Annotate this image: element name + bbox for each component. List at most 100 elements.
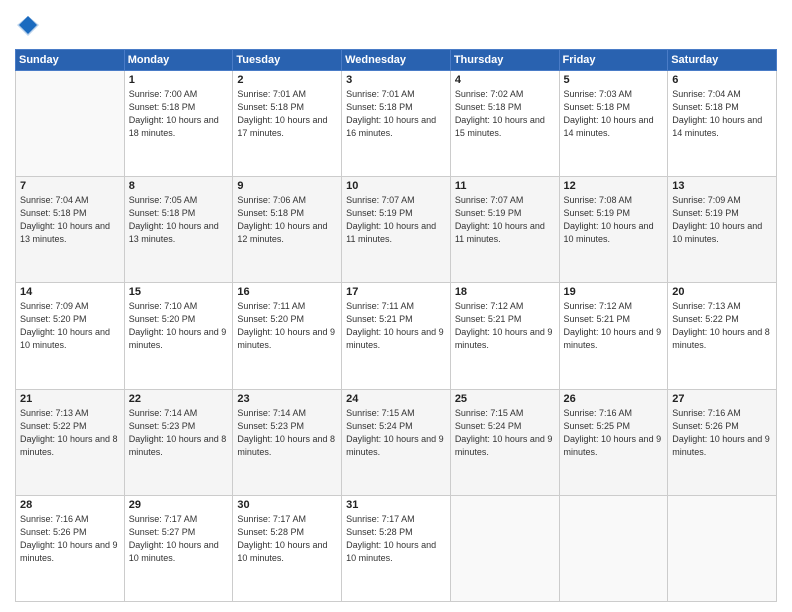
calendar-week-row: 28 Sunrise: 7:16 AMSunset: 5:26 PMDayligh… (16, 495, 777, 601)
calendar-cell (16, 70, 125, 176)
day-number: 20 (672, 286, 772, 298)
day-number: 29 (129, 499, 229, 511)
day-number: 1 (129, 74, 229, 86)
day-number: 17 (346, 286, 446, 298)
day-number: 30 (237, 499, 337, 511)
day-info: Sunrise: 7:16 AMSunset: 5:26 PMDaylight:… (672, 407, 772, 459)
day-info: Sunrise: 7:15 AMSunset: 5:24 PMDaylight:… (346, 407, 446, 459)
calendar-week-row: 14 Sunrise: 7:09 AMSunset: 5:20 PMDayligh… (16, 283, 777, 389)
calendar-cell: 11Sunrise: 7:07 AMSunset: 5:19 PMDayligh… (450, 177, 559, 283)
calendar-cell: 30 Sunrise: 7:17 AMSunset: 5:28 PMDayligh… (233, 495, 342, 601)
calendar-cell (559, 495, 668, 601)
weekday-header-row: SundayMondayTuesdayWednesdayThursdayFrid… (16, 49, 777, 70)
day-info: Sunrise: 7:15 AMSunset: 5:24 PMDaylight:… (455, 407, 555, 459)
calendar-cell: 31 Sunrise: 7:17 AMSunset: 5:28 PMDayligh… (342, 495, 451, 601)
day-number: 13 (672, 180, 772, 192)
day-info: Sunrise: 7:08 AMSunset: 5:19 PMDaylight:… (564, 194, 664, 246)
day-info: Sunrise: 7:06 AMSunset: 5:18 PMDaylight:… (237, 194, 337, 246)
calendar-cell: 5 Sunrise: 7:03 AMSunset: 5:18 PMDaylight… (559, 70, 668, 176)
day-info: Sunrise: 7:02 AMSunset: 5:18 PMDaylight:… (455, 88, 555, 140)
day-info: Sunrise: 7:16 AMSunset: 5:25 PMDaylight:… (564, 407, 664, 459)
calendar-cell: 2 Sunrise: 7:01 AMSunset: 5:18 PMDaylight… (233, 70, 342, 176)
day-info: Sunrise: 7:09 AMSunset: 5:20 PMDaylight:… (20, 300, 120, 352)
calendar-cell: 6Sunrise: 7:04 AMSunset: 5:18 PMDaylight… (668, 70, 777, 176)
weekday-friday: Friday (559, 49, 668, 70)
calendar-cell: 17 Sunrise: 7:11 AMSunset: 5:21 PMDayligh… (342, 283, 451, 389)
day-number: 3 (346, 74, 446, 86)
header (15, 10, 777, 41)
calendar-cell: 1 Sunrise: 7:00 AMSunset: 5:18 PMDaylight… (124, 70, 233, 176)
calendar-cell: 25Sunrise: 7:15 AMSunset: 5:24 PMDayligh… (450, 389, 559, 495)
day-info: Sunrise: 7:00 AMSunset: 5:18 PMDaylight:… (129, 88, 229, 140)
calendar-cell: 19 Sunrise: 7:12 AMSunset: 5:21 PMDayligh… (559, 283, 668, 389)
calendar-cell: 16 Sunrise: 7:11 AMSunset: 5:20 PMDayligh… (233, 283, 342, 389)
day-info: Sunrise: 7:13 AMSunset: 5:22 PMDaylight:… (20, 407, 120, 459)
day-info: Sunrise: 7:12 AMSunset: 5:21 PMDaylight:… (455, 300, 555, 352)
day-number: 6 (672, 74, 772, 86)
calendar-cell (450, 495, 559, 601)
day-number: 12 (564, 180, 664, 192)
weekday-wednesday: Wednesday (342, 49, 451, 70)
calendar-cell: 29 Sunrise: 7:17 AMSunset: 5:27 PMDayligh… (124, 495, 233, 601)
day-info: Sunrise: 7:03 AMSunset: 5:18 PMDaylight:… (564, 88, 664, 140)
day-info: Sunrise: 7:14 AMSunset: 5:23 PMDaylight:… (237, 407, 337, 459)
calendar-cell (668, 495, 777, 601)
day-info: Sunrise: 7:17 AMSunset: 5:27 PMDaylight:… (129, 513, 229, 565)
day-number: 2 (237, 74, 337, 86)
day-number: 26 (564, 393, 664, 405)
day-number: 22 (129, 393, 229, 405)
day-info: Sunrise: 7:05 AMSunset: 5:18 PMDaylight:… (129, 194, 229, 246)
calendar-week-row: 21 Sunrise: 7:13 AMSunset: 5:22 PMDayligh… (16, 389, 777, 495)
calendar-cell: 24Sunrise: 7:15 AMSunset: 5:24 PMDayligh… (342, 389, 451, 495)
calendar-cell: 23 Sunrise: 7:14 AMSunset: 5:23 PMDayligh… (233, 389, 342, 495)
day-number: 23 (237, 393, 337, 405)
day-info: Sunrise: 7:14 AMSunset: 5:23 PMDaylight:… (129, 407, 229, 459)
calendar-cell: 20 Sunrise: 7:13 AMSunset: 5:22 PMDayligh… (668, 283, 777, 389)
day-number: 16 (237, 286, 337, 298)
calendar-cell: 22 Sunrise: 7:14 AMSunset: 5:23 PMDayligh… (124, 389, 233, 495)
calendar-week-row: 7 Sunrise: 7:04 AMSunset: 5:18 PMDaylight… (16, 177, 777, 283)
weekday-thursday: Thursday (450, 49, 559, 70)
weekday-saturday: Saturday (668, 49, 777, 70)
day-number: 7 (20, 180, 120, 192)
day-info: Sunrise: 7:09 AMSunset: 5:19 PMDaylight:… (672, 194, 772, 246)
day-info: Sunrise: 7:13 AMSunset: 5:22 PMDaylight:… (672, 300, 772, 352)
calendar-cell: 3 Sunrise: 7:01 AMSunset: 5:18 PMDaylight… (342, 70, 451, 176)
day-info: Sunrise: 7:17 AMSunset: 5:28 PMDaylight:… (237, 513, 337, 565)
day-number: 9 (237, 180, 337, 192)
day-info: Sunrise: 7:04 AMSunset: 5:18 PMDaylight:… (20, 194, 120, 246)
day-info: Sunrise: 7:12 AMSunset: 5:21 PMDaylight:… (564, 300, 664, 352)
weekday-sunday: Sunday (16, 49, 125, 70)
day-info: Sunrise: 7:01 AMSunset: 5:18 PMDaylight:… (346, 88, 446, 140)
day-info: Sunrise: 7:11 AMSunset: 5:21 PMDaylight:… (346, 300, 446, 352)
day-number: 19 (564, 286, 664, 298)
logo (15, 14, 39, 41)
calendar-cell: 28 Sunrise: 7:16 AMSunset: 5:26 PMDayligh… (16, 495, 125, 601)
day-info: Sunrise: 7:01 AMSunset: 5:18 PMDaylight:… (237, 88, 337, 140)
calendar-cell: 27Sunrise: 7:16 AMSunset: 5:26 PMDayligh… (668, 389, 777, 495)
day-number: 15 (129, 286, 229, 298)
day-info: Sunrise: 7:07 AMSunset: 5:19 PMDaylight:… (346, 194, 446, 246)
calendar-table: SundayMondayTuesdayWednesdayThursdayFrid… (15, 49, 777, 602)
day-number: 5 (564, 74, 664, 86)
calendar-cell: 15 Sunrise: 7:10 AMSunset: 5:20 PMDayligh… (124, 283, 233, 389)
day-number: 18 (455, 286, 555, 298)
day-number: 10 (346, 180, 446, 192)
calendar-week-row: 1 Sunrise: 7:00 AMSunset: 5:18 PMDaylight… (16, 70, 777, 176)
day-info: Sunrise: 7:11 AMSunset: 5:20 PMDaylight:… (237, 300, 337, 352)
calendar-page: SundayMondayTuesdayWednesdayThursdayFrid… (0, 0, 792, 612)
day-info: Sunrise: 7:16 AMSunset: 5:26 PMDaylight:… (20, 513, 120, 565)
day-number: 14 (20, 286, 120, 298)
calendar-cell: 18 Sunrise: 7:12 AMSunset: 5:21 PMDayligh… (450, 283, 559, 389)
day-number: 28 (20, 499, 120, 511)
day-number: 21 (20, 393, 120, 405)
calendar-cell: 10 Sunrise: 7:07 AMSunset: 5:19 PMDayligh… (342, 177, 451, 283)
calendar-cell: 26 Sunrise: 7:16 AMSunset: 5:25 PMDayligh… (559, 389, 668, 495)
day-info: Sunrise: 7:17 AMSunset: 5:28 PMDaylight:… (346, 513, 446, 565)
calendar-cell: 12 Sunrise: 7:08 AMSunset: 5:19 PMDayligh… (559, 177, 668, 283)
day-info: Sunrise: 7:10 AMSunset: 5:20 PMDaylight:… (129, 300, 229, 352)
weekday-tuesday: Tuesday (233, 49, 342, 70)
day-number: 31 (346, 499, 446, 511)
calendar-cell: 4 Sunrise: 7:02 AMSunset: 5:18 PMDaylight… (450, 70, 559, 176)
day-number: 4 (455, 74, 555, 86)
